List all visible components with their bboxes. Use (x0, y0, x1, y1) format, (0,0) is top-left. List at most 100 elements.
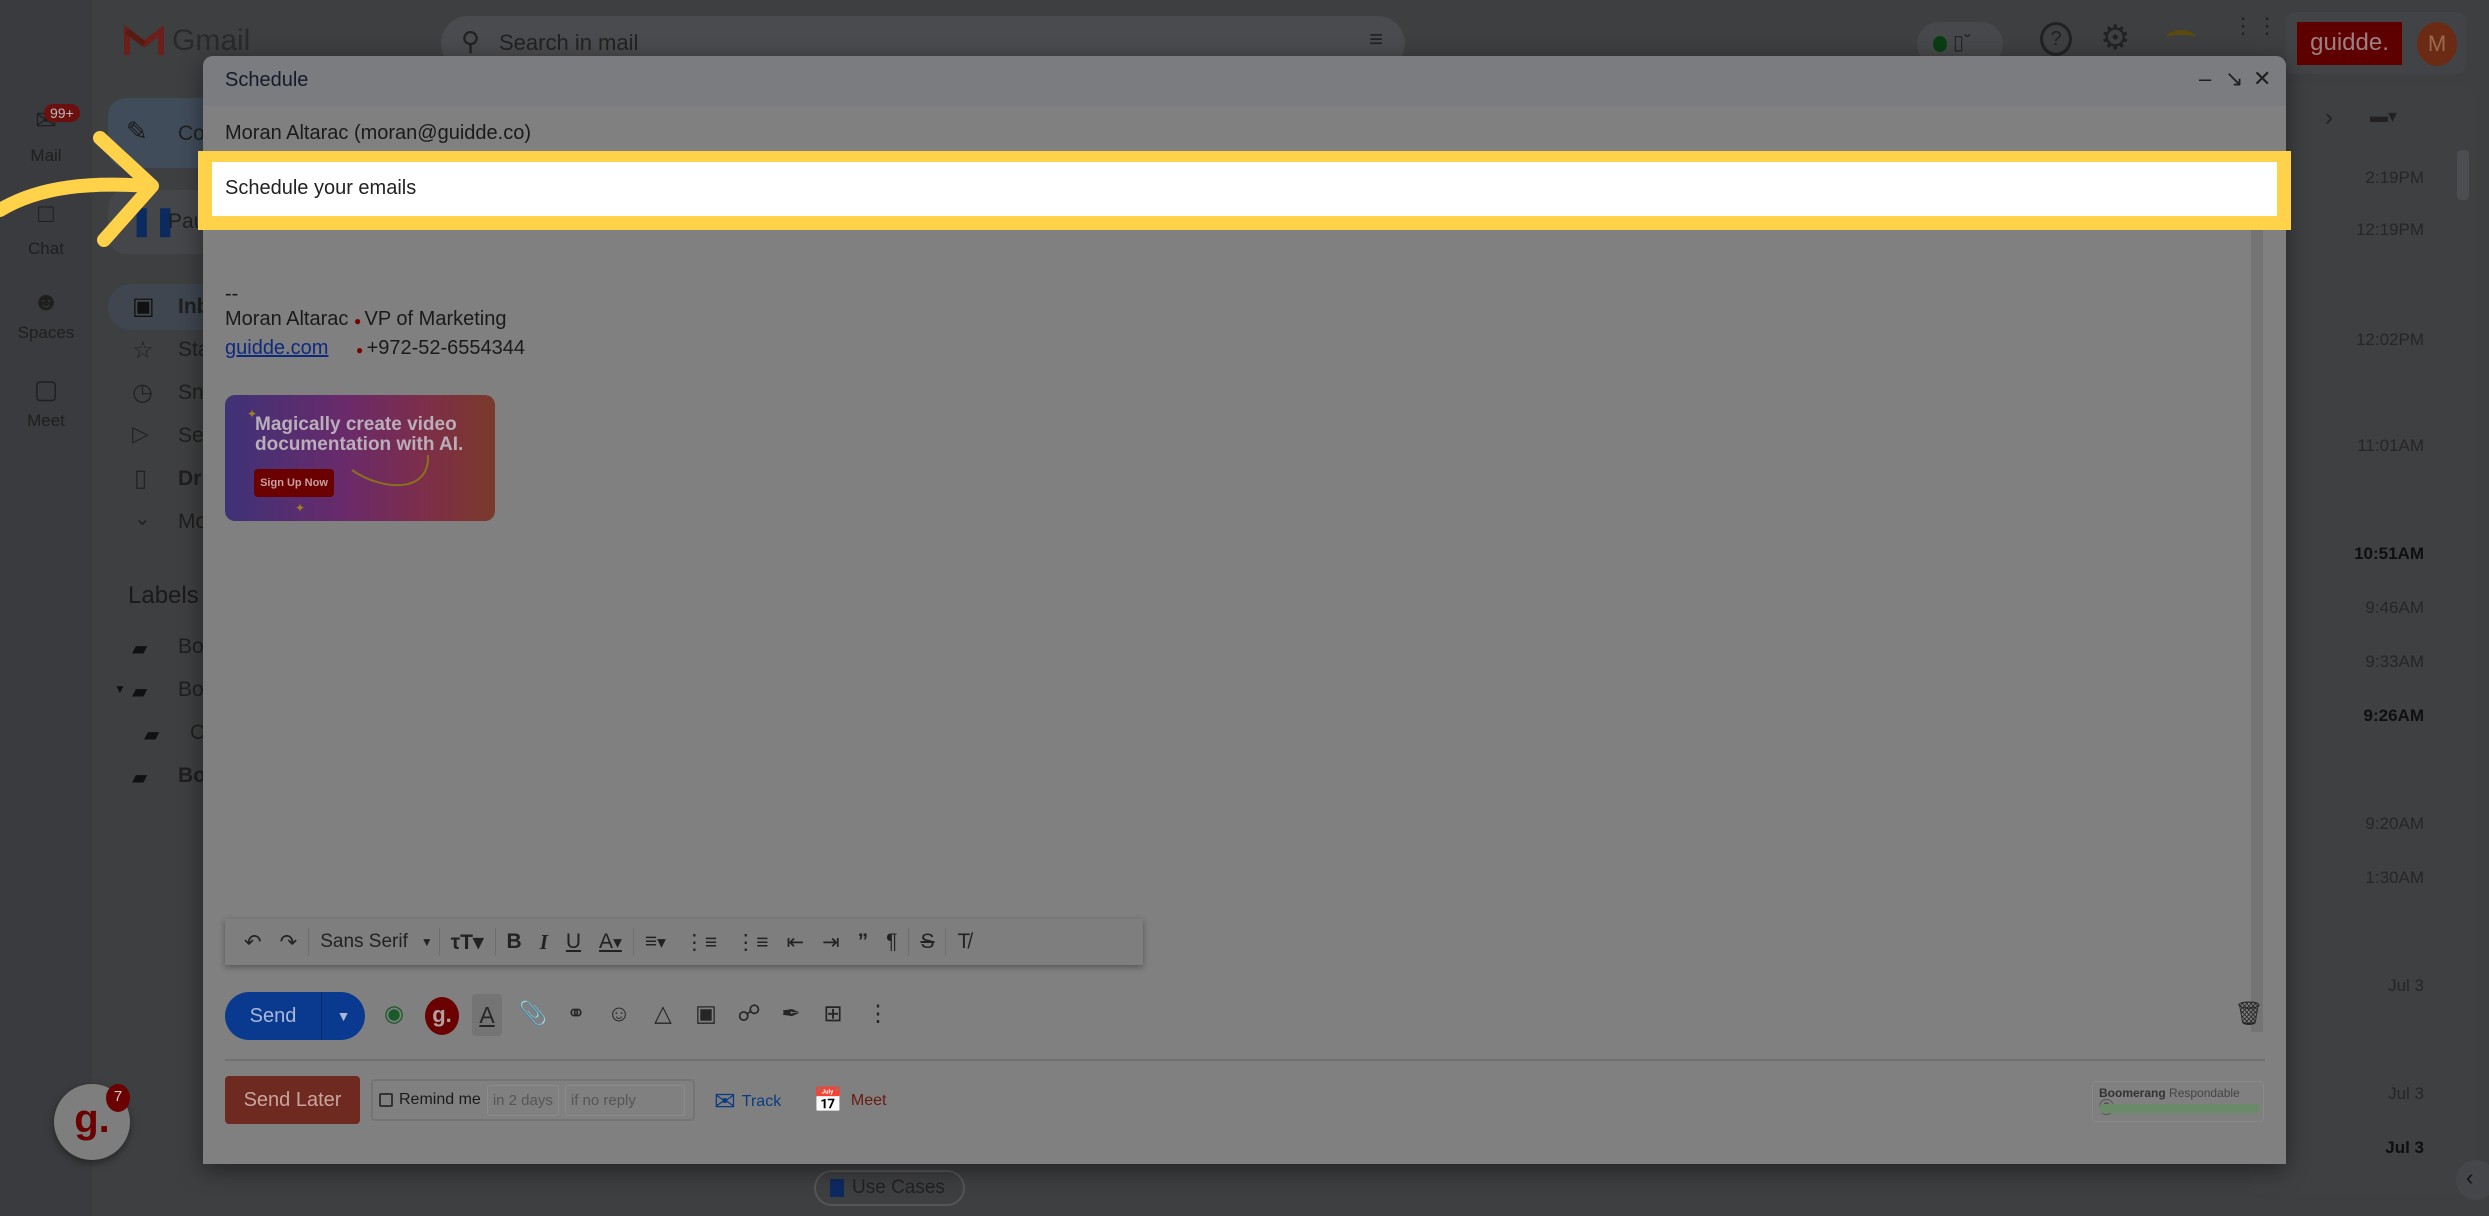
send-later-button[interactable]: Send Later (225, 1076, 360, 1124)
android-bot-icon[interactable]: ◉ (379, 1000, 409, 1027)
divider (632, 928, 634, 956)
star-icon: ☆ (132, 337, 154, 364)
insert-photo-icon[interactable]: ▣ (691, 1000, 721, 1027)
bullet-dot-icon: ● (353, 314, 365, 328)
remind-when-field[interactable]: in 2 days (486, 1084, 559, 1116)
snooze-clock-icon: ◷ (132, 379, 153, 406)
discard-trash-icon[interactable]: 🗑 (2234, 1000, 2264, 1027)
italic-icon[interactable]: I (531, 930, 557, 955)
sidebar-item-drafts[interactable]: Dr (178, 467, 201, 491)
next-page-icon[interactable]: › (2325, 104, 2333, 132)
labels-heading: Labels (128, 582, 199, 609)
layout-template-icon[interactable]: ⊞ (818, 1000, 848, 1027)
undo-icon[interactable]: ↶ (235, 930, 271, 955)
send-icon: ▷ (132, 421, 149, 446)
bulleted-list-icon[interactable]: ⋮≡ (726, 930, 777, 955)
calendar-icon: 📅 (813, 1087, 843, 1114)
text-formatting-icon[interactable]: A (472, 994, 502, 1036)
label-item[interactable]: Bo (178, 678, 204, 702)
redo-icon[interactable]: ↷ (271, 930, 307, 955)
guidde-brand-logo[interactable]: guidde. (2297, 22, 2402, 65)
signature-separator: -- (225, 283, 239, 305)
list-scrollbar[interactable] (2457, 150, 2469, 200)
indent-less-icon[interactable]: ⇤ (777, 930, 813, 955)
exit-fullscreen-icon[interactable]: ↘ (2225, 66, 2243, 92)
more-options-icon[interactable]: ⋮ (863, 1000, 893, 1027)
underline-icon[interactable]: U (557, 930, 590, 954)
collapse-side-panel-icon[interactable]: ‹ (2456, 1160, 2489, 1200)
minimize-icon[interactable]: – (2199, 66, 2211, 92)
mail-row-time: 9:26AM (2363, 706, 2424, 725)
respondable-label: Respondable (2169, 1086, 2240, 1100)
remind-condition-field[interactable]: if no reply (564, 1084, 685, 1116)
remove-formatting-icon[interactable]: T̸ (948, 930, 979, 954)
body-scrollbar[interactable] (2251, 230, 2263, 1032)
meet-button[interactable]: 📅 Meet (813, 1086, 886, 1115)
avatar[interactable]: M (2417, 22, 2457, 66)
remind-me-checkbox[interactable] (379, 1093, 393, 1107)
guidde-g-icon[interactable]: g. (425, 997, 459, 1035)
subject-field[interactable] (212, 162, 2277, 216)
mail-row-time: Jul 3 (2388, 976, 2424, 995)
search-input[interactable]: Search in mail (499, 30, 638, 56)
emoji-icon[interactable]: ☺ (604, 1000, 634, 1027)
signature-phone: +972-52-6554344 (366, 337, 526, 359)
gmail-wordmark: Gmail (172, 24, 251, 57)
label-item[interactable]: Bo (178, 764, 206, 788)
compose-label: Co (178, 122, 205, 145)
font-family-select[interactable]: Sans Serif (311, 931, 417, 953)
strikethrough-icon[interactable]: S (911, 930, 943, 954)
rtl-paragraph-icon[interactable]: ¶ (877, 930, 906, 954)
dropdown-caret-icon[interactable]: ▼ (417, 935, 437, 949)
settings-gear-icon[interactable]: ⚙ (2100, 18, 2130, 58)
signature-pen-icon[interactable]: ✒ (776, 1000, 806, 1027)
boomerang-rainbow-icon[interactable] (2166, 30, 2196, 46)
text-color-icon[interactable]: A▾ (590, 930, 631, 954)
signature-link[interactable]: guidde.com (225, 337, 328, 359)
bold-icon[interactable]: B (498, 930, 531, 954)
remind-me-label: Remind me (399, 1091, 481, 1108)
guidde-logo: g. (74, 1097, 110, 1141)
compose-header[interactable]: Schedule – ↘ ✕ (203, 56, 2286, 106)
search-options-icon[interactable]: ≡ (1369, 26, 1383, 54)
label-item[interactable]: Bo (178, 635, 204, 659)
rail-label: Spaces (17, 323, 75, 342)
send-options-caret-icon[interactable]: ▼ (321, 992, 365, 1040)
draft-file-icon: ▯ (134, 465, 148, 492)
swoosh-icon (351, 454, 430, 487)
font-size-icon[interactable]: τT▾ (442, 930, 493, 955)
inbox-icon: ▣ (132, 293, 155, 320)
signature-name: Moran Altarac (225, 308, 349, 330)
confidential-lock-icon[interactable]: ☍ (734, 1000, 764, 1027)
close-icon[interactable]: ✕ (2253, 66, 2271, 92)
gmail-logo[interactable]: Gmail (124, 24, 250, 58)
banner-signup-button[interactable]: Sign Up Now (254, 469, 334, 497)
indent-more-icon[interactable]: ⇥ (813, 930, 849, 955)
gmail-m-icon (124, 25, 164, 55)
send-button[interactable]: Send ▼ (225, 992, 365, 1040)
signature-banner[interactable]: Magically create video documentation wit… (225, 395, 495, 521)
numbered-list-icon[interactable]: ⋮≡ (675, 930, 726, 955)
quote-icon[interactable]: ” (849, 930, 878, 954)
mail-row-time: 9:20AM (2365, 814, 2424, 833)
insert-link-icon[interactable]: ⚭ (561, 1000, 591, 1027)
rail-item-spaces[interactable]: ☻ Spaces (0, 286, 92, 343)
divider (908, 928, 910, 956)
divider (494, 928, 496, 956)
help-icon[interactable]: ? (2040, 22, 2072, 56)
from-field[interactable]: Moran Altarac (moran@guidde.co) (225, 122, 531, 145)
attach-paperclip-icon[interactable]: 📎 (518, 1000, 548, 1027)
track-button[interactable]: ✉ Track (714, 1086, 781, 1117)
keyboard-input-icon[interactable]: ▬▾ (2370, 106, 2397, 127)
sidebar-item-sent[interactable]: Se (178, 424, 204, 448)
align-icon[interactable]: ≡▾ (636, 930, 675, 954)
mail-row-time: 11:01AM (2357, 436, 2424, 455)
rail-item-meet[interactable]: ▢ Meet (0, 374, 92, 431)
drive-icon[interactable]: △ (648, 1000, 678, 1027)
sidebar-item-snoozed[interactable]: Sn (178, 381, 204, 405)
label-tag-icon: ▰ (144, 724, 160, 746)
track-envelope-icon: ✉ (714, 1086, 736, 1116)
boomerang-brand: Boomerang (2099, 1086, 2166, 1100)
use-cases-chip[interactable]: Use Cases (814, 1170, 965, 1206)
boomerang-respondable[interactable]: Boomerang Respondable ? (2092, 1081, 2264, 1122)
